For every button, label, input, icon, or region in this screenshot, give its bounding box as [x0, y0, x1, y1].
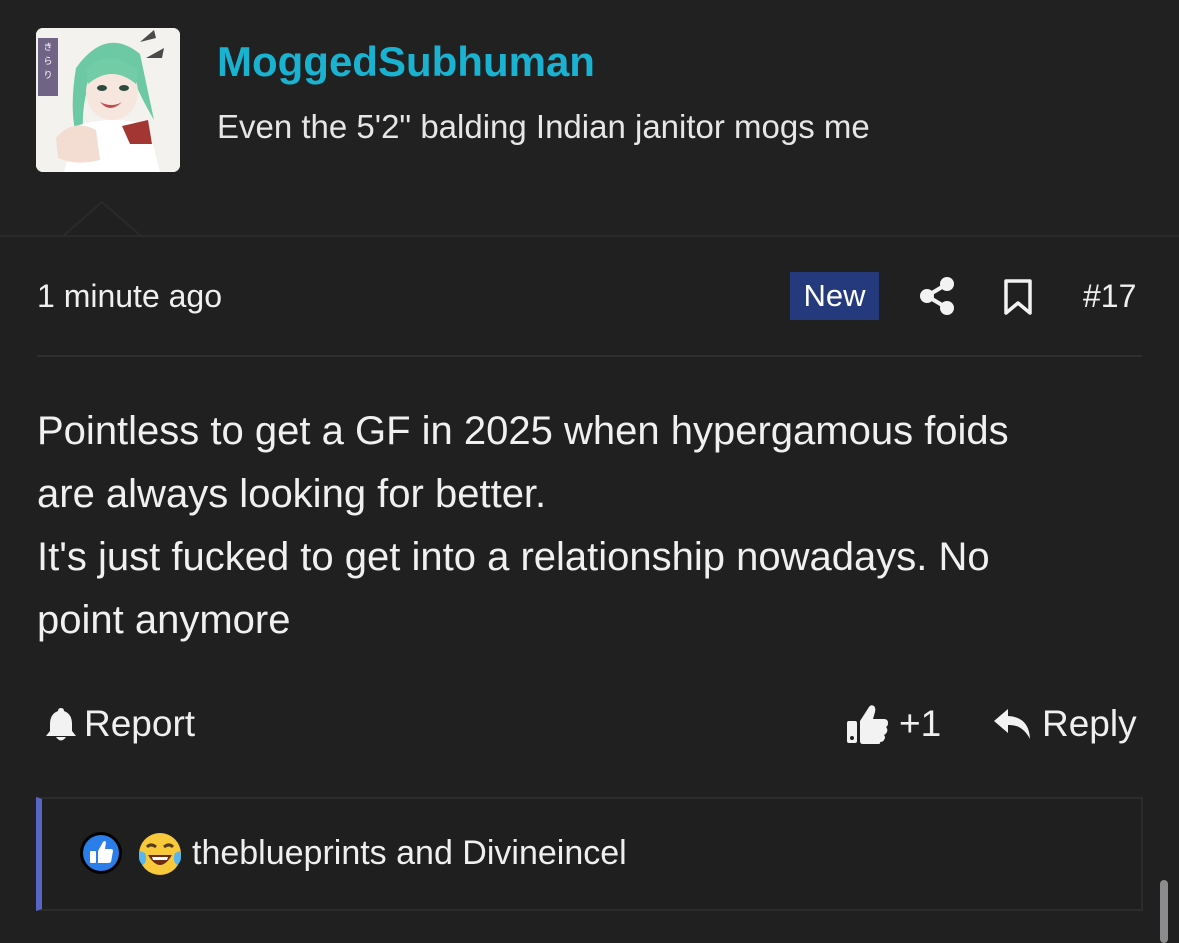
reply-label: Reply — [1042, 703, 1137, 744]
like-button[interactable]: +1 — [845, 700, 941, 748]
like-count: +1 — [899, 703, 942, 744]
new-badge: New — [790, 272, 879, 320]
reactions-users[interactable]: theblueprints and Divineincel — [192, 834, 627, 873]
post-author-header: き ら り MoggedSubhuman Even the 5'2" baldi… — [0, 0, 1179, 237]
thumbs-up-icon — [847, 705, 888, 744]
bookmark-icon[interactable] — [1002, 278, 1034, 316]
reply-arrow-icon — [994, 709, 1030, 739]
post-number-link[interactable]: #17 — [1083, 278, 1136, 315]
meta-divider — [37, 355, 1142, 357]
post-body-line: point anymore — [37, 598, 291, 642]
laugh-reaction-icon — [139, 833, 181, 875]
header-divider — [0, 235, 1179, 237]
user-avatar[interactable]: き ら り — [36, 28, 180, 172]
post-timestamp[interactable]: 1 minute ago — [37, 278, 222, 315]
post-body-line: It's just fucked to get into a relations… — [37, 535, 990, 579]
share-icon[interactable] — [918, 276, 956, 316]
like-reaction-icon — [80, 832, 122, 874]
svg-text:ら: ら — [43, 56, 52, 67]
forum-post: き ら り MoggedSubhuman Even the 5'2" baldi… — [0, 0, 1179, 943]
report-label: Report — [84, 703, 196, 744]
username-link[interactable]: MoggedSubhuman — [217, 38, 595, 86]
post-body-line: Pointless to get a GF in 2025 when hyper… — [37, 409, 1009, 453]
post-body: Pointless to get a GF in 2025 when hyper… — [37, 400, 1147, 652]
message-arrow — [62, 200, 142, 237]
svg-text:り: り — [43, 70, 52, 81]
anime-avatar-image: き ら り — [36, 28, 180, 172]
bell-icon — [46, 708, 76, 741]
user-title: Even the 5'2" balding Indian janitor mog… — [217, 108, 870, 145]
report-button[interactable]: Report — [44, 700, 195, 748]
scrollbar[interactable] — [1160, 880, 1168, 943]
reactions-bar[interactable]: theblueprints and Divineincel — [36, 797, 1143, 911]
post-body-line: are always looking for better. — [37, 472, 547, 516]
svg-text:き: き — [43, 42, 52, 53]
reply-button[interactable]: Reply — [992, 700, 1137, 748]
